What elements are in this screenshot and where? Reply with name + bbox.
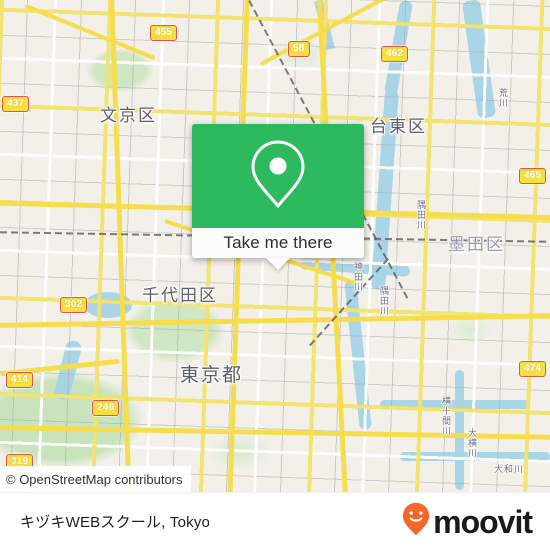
map-label-street: 隅田川	[416, 200, 426, 230]
route-shield[interactable]: 462	[381, 46, 409, 62]
map-label-place: 文京区	[100, 106, 157, 125]
moovit-pin-smiley-icon	[402, 502, 430, 541]
map-label-street: 荒川	[498, 88, 508, 108]
map-label-street: 横十間川	[441, 396, 451, 436]
callout-pointer-tail	[266, 258, 290, 270]
route-shield[interactable]: 465	[519, 168, 547, 184]
map-label-place: 東京都	[180, 365, 244, 386]
callout-footer[interactable]: Take me there	[192, 228, 364, 270]
moovit-logo[interactable]: moovit	[402, 502, 533, 541]
map-attribution[interactable]: © OpenStreetMap contributors	[0, 466, 191, 492]
route-shield[interactable]: 246	[92, 400, 120, 416]
moovit-wordmark: moovit	[433, 503, 533, 540]
map-label-place: 墨田区	[448, 235, 505, 254]
map-label-street: 隅田川	[379, 286, 389, 316]
map-label-street: 大横川	[467, 428, 477, 458]
take-me-there-label: Take me there	[223, 233, 333, 252]
callout-header	[192, 124, 364, 228]
map-pin-icon	[247, 137, 309, 216]
destination-callout-card[interactable]: Take me there	[192, 124, 364, 270]
route-shield[interactable]: 437	[2, 96, 30, 112]
attribution-text: © OpenStreetMap contributors	[6, 471, 183, 487]
moovit-map-share-card: 文京区 台東区 墨田区 千代田区 東京都 神田川 隅田川 隅田川 荒川 横十間川…	[0, 0, 550, 550]
map-label-place: 台東区	[370, 117, 427, 136]
footer-bar: キヅキWEBスクール, Tokyo moovit	[0, 492, 550, 550]
route-shield[interactable]: 455	[150, 25, 178, 41]
map-label-street: 神田川	[353, 262, 363, 292]
map-label-street: 大和川	[494, 464, 525, 474]
map-label-place: 千代田区	[142, 286, 218, 305]
route-shield[interactable]: 414	[6, 372, 34, 388]
route-shield[interactable]: 58	[288, 41, 310, 57]
map-canvas[interactable]: 文京区 台東区 墨田区 千代田区 東京都 神田川 隅田川 隅田川 荒川 横十間川…	[0, 0, 550, 492]
location-title: キヅキWEBスクール, Tokyo	[20, 514, 211, 531]
route-shield[interactable]: 474	[519, 361, 547, 377]
route-shield[interactable]: 302	[60, 297, 88, 313]
